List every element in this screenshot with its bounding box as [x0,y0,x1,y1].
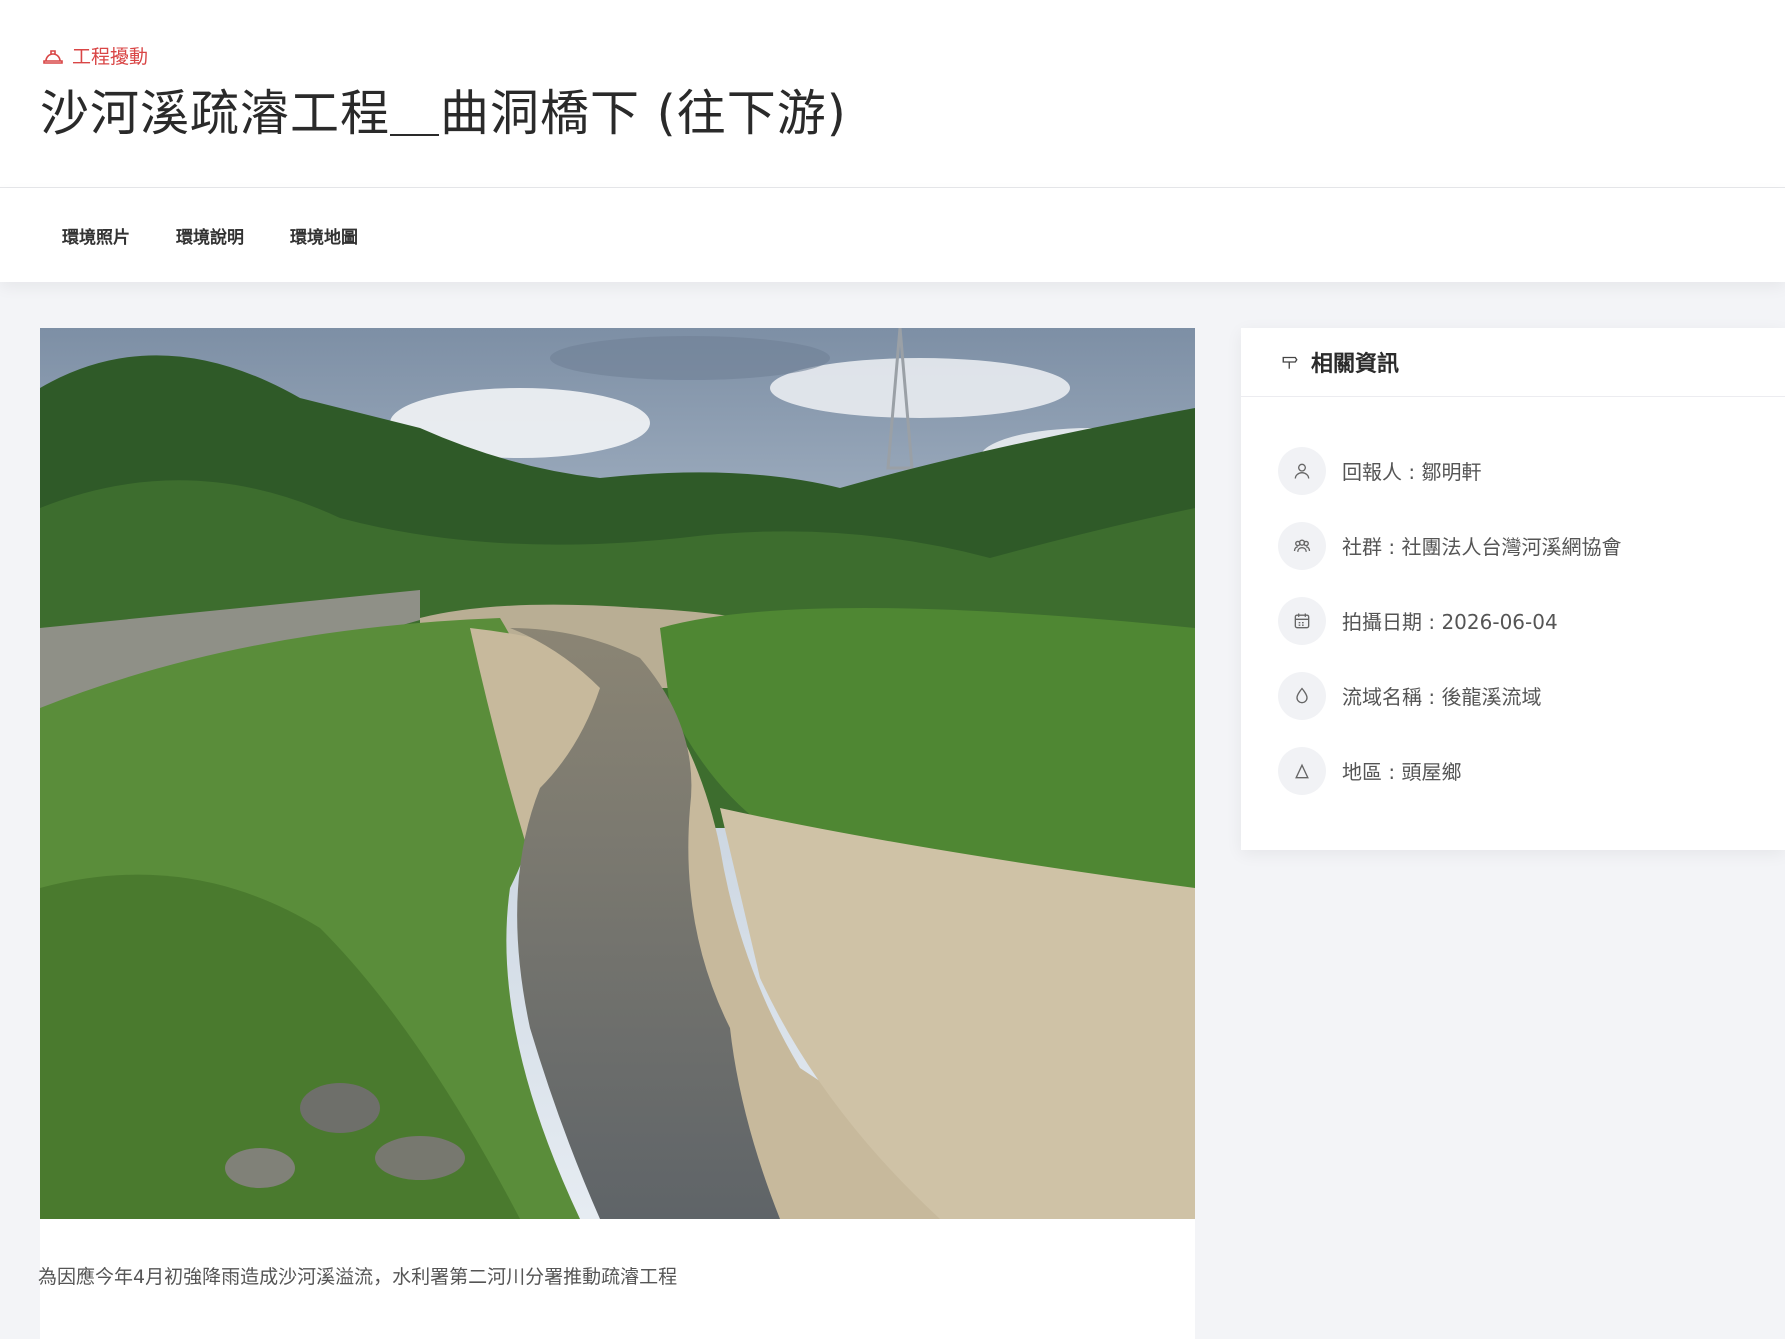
info-row-basin: 流域名稱 : 後龍溪流域 [1278,658,1621,733]
photo-caption: 為因應今年4月初強降雨造成沙河溪溢流，水利署第二河川分署推動疏濬工程 [38,1266,678,1288]
info-row-date: 拍攝日期 : 2026-06-04 [1278,583,1621,658]
tab-description[interactable]: 環境說明 [176,215,244,256]
group-icon [1278,521,1326,570]
related-info-title: 相關資訊 [1311,352,1400,377]
info-text[interactable]: 社群 : 社團法人台灣河溪網協會 [1342,531,1621,560]
related-info-card: 相關資訊 回報人 : 鄒明軒 社群 : 社團法人台灣河溪網協會 拍攝日期 : 2… [1241,328,1785,850]
info-row-region: 地區 : 頭屋鄉 [1278,733,1621,808]
signpost-icon [1282,356,1298,369]
person-icon [1278,446,1326,495]
tab-map[interactable]: 環境地圖 [290,215,358,256]
info-text: 回報人 : 鄒明軒 [1342,460,1482,484]
info-list: 回報人 : 鄒明軒 社群 : 社團法人台灣河溪網協會 拍攝日期 : 2026-0… [1278,433,1621,808]
category-label: 工程擾動 [41,42,148,69]
tab-photos[interactable]: 環境照片 [62,215,130,256]
mountain-icon [1278,746,1326,795]
info-text: 拍攝日期 : 2026-06-04 [1342,610,1558,634]
river-photo[interactable] [40,328,1195,1219]
info-row-reporter: 回報人 : 鄒明軒 [1278,433,1621,508]
calendar-icon [1278,596,1326,645]
photo-card [40,328,1195,1339]
tab-bar: 環境照片 環境說明 環境地圖 [0,188,1785,282]
info-text: 流域名稱 : 後龍溪流域 [1342,685,1542,709]
page-header: 工程擾動 沙河溪疏濬工程＿曲洞橋下 (往下游) [0,0,1785,188]
page-title: 沙河溪疏濬工程＿曲洞橋下 (往下游) [40,85,847,142]
related-info-header: 相關資訊 [1241,328,1785,397]
info-text: 地區 : 頭屋鄉 [1342,760,1462,784]
info-row-community: 社群 : 社團法人台灣河溪網協會 [1278,508,1621,583]
category-text: 工程擾動 [72,46,149,68]
water-drop-icon [1278,671,1326,720]
hard-hat-icon [43,49,63,64]
